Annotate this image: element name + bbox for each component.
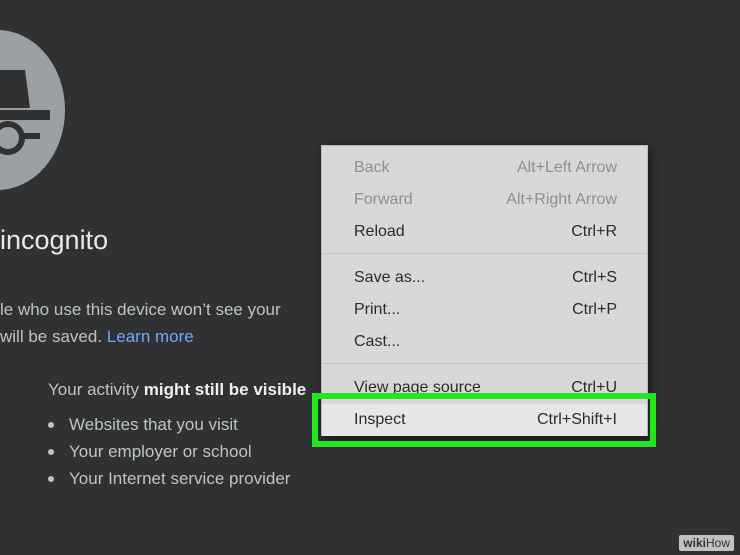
activity-note: Your activity might still be visible [48, 380, 306, 400]
menu-item-shortcut: Ctrl+S [572, 269, 617, 286]
menu-item-label: Back [354, 159, 390, 176]
activity-strong: might still be visible [143, 380, 307, 399]
list-item: Websites that you visit [48, 411, 290, 438]
watermark-wiki: wiki [683, 536, 706, 550]
incognito-logo-icon [0, 30, 65, 190]
intro-text: le who use this device won’t see your wi… [0, 296, 281, 350]
activity-prefix: Your activity [48, 380, 140, 399]
watermark-how: How [705, 536, 730, 550]
intro-line-1: le who use this device won’t see your [0, 300, 281, 319]
menu-item-save-as[interactable]: Save as... Ctrl+S [322, 262, 647, 294]
menu-item-print[interactable]: Print... Ctrl+P [322, 294, 647, 326]
menu-item-shortcut: Ctrl+R [571, 223, 617, 240]
menu-item-cast[interactable]: Cast... [322, 326, 647, 358]
activity-list: Websites that you visit Your employer or… [48, 411, 290, 492]
menu-item-label: Reload [354, 223, 405, 240]
list-item: Your employer or school [48, 438, 290, 465]
menu-item-shortcut: Alt+Right Arrow [506, 191, 617, 208]
menu-item-shortcut: Ctrl+P [572, 301, 617, 318]
menu-item-label: Forward [354, 191, 413, 208]
incognito-page: incognito le who use this device won’t s… [0, 0, 740, 555]
menu-separator [322, 253, 647, 254]
intro-line-2: will be saved. Learn more [0, 323, 281, 350]
page-title: incognito [0, 225, 109, 255]
menu-item-back[interactable]: Back Alt+Left Arrow [322, 152, 647, 184]
menu-item-reload[interactable]: Reload Ctrl+R [322, 216, 647, 248]
inspect-highlight-box [312, 393, 656, 447]
wikihow-watermark: wikiHow [679, 535, 734, 551]
intro-line-2-text: will be saved. [0, 327, 103, 346]
menu-separator [322, 363, 647, 364]
menu-item-label: Print... [354, 301, 401, 318]
menu-item-label: Cast... [354, 333, 401, 350]
list-item: Your Internet service provider [48, 465, 290, 492]
menu-item-shortcut: Alt+Left Arrow [516, 159, 617, 176]
learn-more-link[interactable]: Learn more [107, 327, 194, 346]
menu-item-label: Save as... [354, 269, 426, 286]
menu-item-forward[interactable]: Forward Alt+Right Arrow [322, 184, 647, 216]
